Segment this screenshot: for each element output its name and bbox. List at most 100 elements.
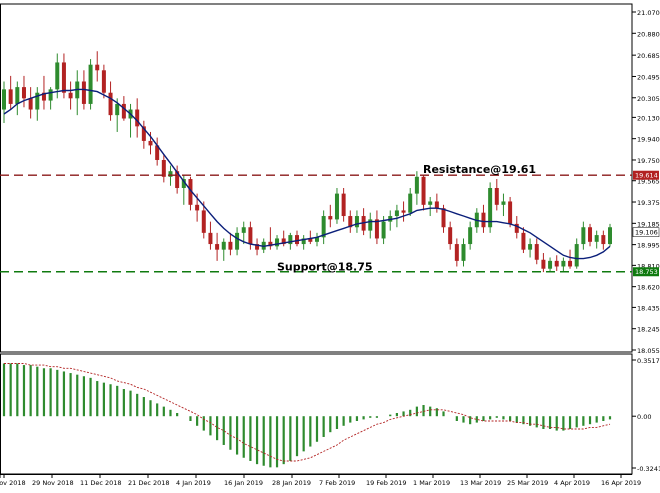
time-axis-label: 19 Nov 2018 (0, 479, 26, 487)
candle-body (455, 244, 459, 261)
time-axis-label: 1 Mar 2019 (413, 479, 450, 487)
candle-body (222, 242, 226, 250)
chart-background (0, 0, 660, 489)
time-axis-label: 13 Mar 2019 (460, 479, 501, 487)
candle-body (402, 210, 406, 212)
candle-body (195, 205, 199, 211)
candle-body (555, 261, 559, 267)
candle-body (355, 216, 359, 227)
price-axis-label: 21.070 (637, 9, 660, 17)
price-axis-label: 19.375 (637, 199, 660, 207)
candle-body (541, 260, 545, 269)
candle-body (408, 194, 412, 213)
candle-body (295, 235, 299, 244)
price-axis-label: 18.055 (637, 347, 660, 355)
candle-body (15, 87, 19, 104)
support-price-tag-text: 18.753 (635, 268, 658, 276)
candle-body (9, 89, 13, 104)
candle-body (335, 194, 339, 220)
price-axis-label: 20.880 (637, 30, 660, 38)
candle-body (69, 93, 73, 99)
candle-body (208, 233, 212, 244)
candle-body (109, 93, 113, 115)
candle-body (215, 244, 219, 250)
chart-container: 21.07020.88020.68520.49520.30520.13019.9… (0, 0, 660, 489)
price-axis-label: 20.130 (637, 114, 660, 122)
candle-body (168, 171, 172, 177)
candle-body (149, 141, 153, 145)
candle-body (228, 242, 232, 250)
time-axis-label: 28 Jan 2019 (272, 479, 311, 487)
candle-body (382, 222, 386, 239)
candle-body (461, 244, 465, 261)
resistance-price-tag-text: 19.614 (635, 172, 658, 180)
price-axis-label: 18.620 (637, 284, 660, 292)
time-axis-label: 16 Jan 2019 (224, 479, 263, 487)
price-axis-label: 19.750 (637, 157, 660, 165)
candle-body (561, 261, 565, 267)
time-axis-label: 11 Dec 2018 (80, 479, 122, 487)
candle-body (422, 177, 426, 205)
candle-body (415, 177, 419, 194)
price-axis-label: 19.940 (637, 136, 660, 144)
candle-body (395, 210, 399, 216)
candle-body (442, 208, 446, 227)
candle-body (328, 216, 332, 219)
candle-body (448, 227, 452, 244)
candle-body (535, 244, 539, 260)
candle-body (95, 65, 99, 71)
candle (488, 182, 492, 232)
candle-body (575, 244, 579, 266)
last-price-tag-text: 19.106 (635, 229, 658, 237)
price-axis-label: 19.185 (637, 220, 660, 228)
candle-body (548, 261, 552, 269)
candle (608, 224, 612, 246)
time-axis-label: 7 Feb 2019 (319, 479, 355, 487)
candle-body (595, 235, 599, 242)
candle (89, 59, 93, 109)
candle-body (102, 70, 106, 92)
time-axis-label: 4 Apr 2019 (554, 479, 590, 487)
candle-body (568, 261, 572, 267)
candle-body (162, 160, 166, 177)
candle-body (528, 244, 532, 250)
time-axis-label: 29 Nov 2018 (32, 479, 74, 487)
candle-body (248, 227, 252, 244)
price-axis-label: 20.495 (637, 73, 660, 81)
candle-body (82, 82, 86, 104)
candle-body (428, 201, 432, 204)
candle-body (135, 110, 139, 127)
price-axis-label: 18.245 (637, 326, 660, 334)
price-axis-label: 18.435 (637, 304, 660, 312)
candle-body (608, 227, 612, 244)
oscillator-axis-label: 0.00 (637, 413, 651, 421)
time-axis-label: 21 Dec 2018 (128, 479, 170, 487)
price-axis-label: 20.305 (637, 95, 660, 103)
candle-body (501, 201, 505, 204)
candle-body (115, 104, 119, 115)
candle-body (62, 62, 66, 92)
time-axis-label: 19 Feb 2019 (366, 479, 406, 487)
candle-body (275, 238, 279, 246)
candle-body (202, 210, 206, 232)
candle-body (235, 233, 239, 250)
candle-body (29, 98, 33, 109)
time-axis-label: 16 Apr 2019 (601, 479, 641, 487)
candle (508, 197, 512, 227)
candle-body (49, 89, 53, 100)
candle-body (22, 87, 26, 98)
candle-body (581, 227, 585, 244)
support-label: Support@18.75 (277, 261, 373, 274)
candle-body (435, 201, 439, 208)
candle-body (508, 201, 512, 223)
time-axis-label: 4 Jan 2019 (176, 479, 211, 487)
candle-body (481, 213, 485, 228)
price-axis-label: 18.995 (637, 242, 660, 250)
candle-body (55, 62, 59, 89)
oscillator-axis-label: 0.3517 (637, 357, 660, 365)
candle-body (601, 235, 605, 244)
candle-body (588, 227, 592, 242)
candle-body (342, 194, 346, 216)
chart-svg: 21.07020.88020.68520.49520.30520.13019.9… (0, 0, 660, 489)
resistance-label: Resistance@19.61 (423, 163, 536, 176)
